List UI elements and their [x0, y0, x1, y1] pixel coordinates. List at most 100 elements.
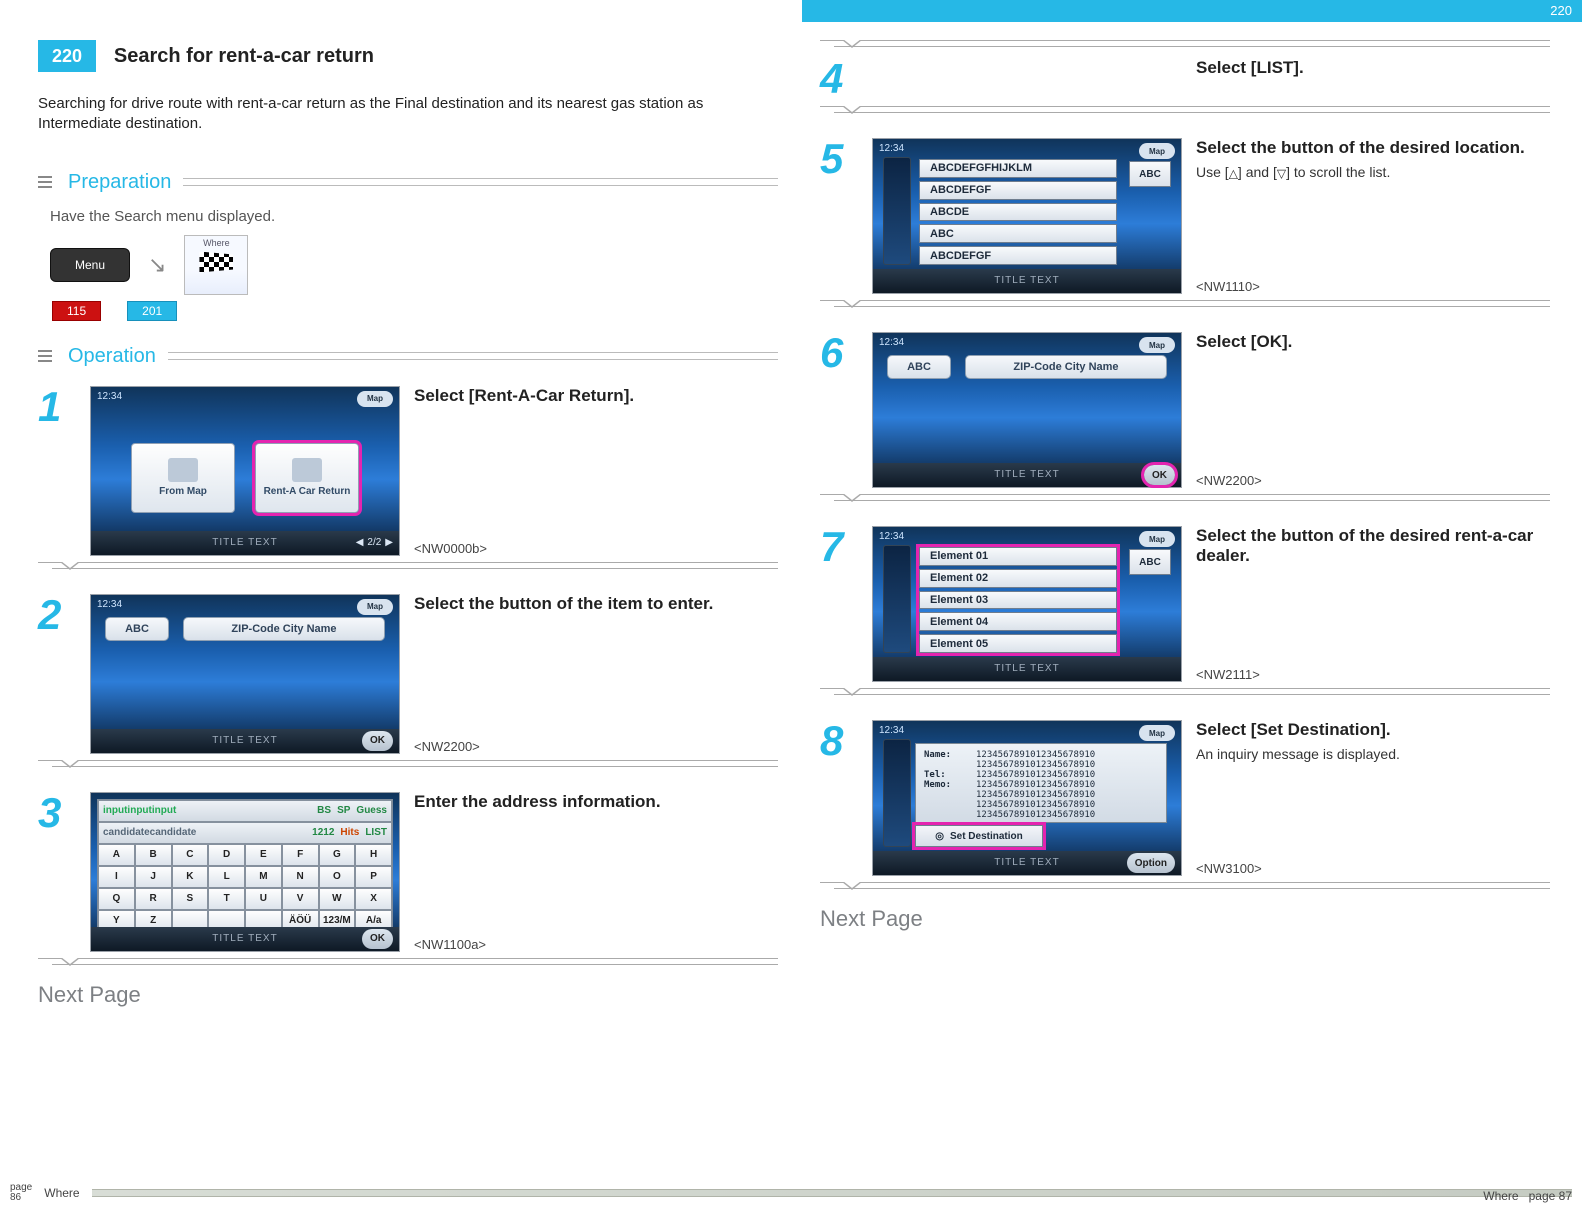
- step-headline: Select [Set Destination].: [1196, 720, 1550, 740]
- list-item[interactable]: ABCDEFGF: [919, 181, 1117, 200]
- kb-input[interactable]: inputinputinput: [103, 805, 311, 816]
- key[interactable]: T: [208, 888, 245, 910]
- key[interactable]: I: [98, 866, 135, 888]
- screen-code: <NW3100>: [1196, 861, 1550, 876]
- list-item[interactable]: Element 03: [919, 591, 1117, 610]
- key[interactable]: G: [319, 844, 356, 866]
- scroll-slider[interactable]: [883, 545, 911, 653]
- map-pill: Map: [1139, 725, 1175, 741]
- list-item[interactable]: ABC: [919, 224, 1117, 243]
- chevron-down-icon: [842, 106, 862, 114]
- list-item[interactable]: Element 02: [919, 569, 1117, 588]
- option-button[interactable]: Option: [1127, 853, 1175, 873]
- map-pill: Map: [1139, 143, 1175, 159]
- tel-key: Tel:: [924, 770, 970, 780]
- operation-heading: Operation: [38, 345, 778, 368]
- space-key[interactable]: SP: [337, 805, 350, 816]
- page-right: page 87: [1529, 1189, 1572, 1203]
- list-item[interactable]: ABCDEFGFHIJKLM: [919, 159, 1117, 178]
- list-item[interactable]: Element 05: [919, 634, 1117, 653]
- pager[interactable]: ◀ 2/2 ▶: [356, 533, 393, 553]
- section-title: Search for rent-a-car return: [114, 45, 374, 68]
- step-1-screenshot: 12:34 Map From Map Rent-A Car Return ↶ T…: [90, 386, 400, 556]
- top-page-ref: 220: [802, 0, 1582, 22]
- list-item[interactable]: Element 04: [919, 612, 1117, 631]
- from-map-card[interactable]: From Map: [131, 443, 235, 513]
- key[interactable]: F: [282, 844, 319, 866]
- clock-text: 12:34: [97, 391, 122, 402]
- chevron-down-icon: [60, 958, 80, 966]
- step-number: 1: [38, 386, 78, 556]
- step-number: 7: [820, 526, 860, 682]
- step-number: 8: [820, 720, 860, 876]
- ok-button[interactable]: OK: [1144, 465, 1175, 485]
- ok-button[interactable]: OK: [362, 929, 393, 949]
- key[interactable]: J: [135, 866, 172, 888]
- rule-line: [183, 178, 778, 186]
- title-bar: TITLE TEXT: [873, 657, 1181, 681]
- list-item[interactable]: Element 01: [919, 547, 1117, 566]
- scroll-slider[interactable]: [883, 157, 911, 265]
- tag-201: 201: [127, 301, 177, 321]
- memo-key: Memo:: [924, 780, 970, 790]
- key[interactable]: K: [172, 866, 209, 888]
- checkered-flag-icon: [199, 252, 233, 282]
- zip-city-button[interactable]: ZIP-Code City Name: [183, 617, 385, 641]
- next-icon[interactable]: ▶: [385, 537, 393, 548]
- list-item[interactable]: ABCDE: [919, 203, 1117, 222]
- key[interactable]: M: [245, 866, 282, 888]
- map-icon: [168, 458, 198, 482]
- step-headline: Select the button of the desired rent-a-…: [1196, 526, 1550, 566]
- scroll-slider[interactable]: [883, 739, 911, 847]
- clock-text: 12:34: [879, 337, 904, 348]
- prev-icon[interactable]: ◀: [356, 537, 364, 548]
- footer-right: Where page 87: [1483, 1189, 1572, 1203]
- key[interactable]: W: [319, 888, 356, 910]
- step-7: 7 12:34 Map ABC Element 01 Element 02 El…: [820, 526, 1550, 682]
- zip-city-button[interactable]: ZIP-Code City Name: [965, 355, 1167, 379]
- guess-key[interactable]: Guess: [356, 805, 387, 816]
- key[interactable]: R: [135, 888, 172, 910]
- key[interactable]: N: [282, 866, 319, 888]
- key[interactable]: C: [172, 844, 209, 866]
- step-2: 2 12:34 Map ABC ZIP-Code City Name ↶ TIT…: [38, 594, 778, 754]
- step-headline: Select [OK].: [1196, 332, 1550, 352]
- backspace-key[interactable]: BS: [317, 805, 331, 816]
- list-item[interactable]: ABCDEFGF: [919, 246, 1117, 265]
- key[interactable]: Q: [98, 888, 135, 910]
- key[interactable]: O: [319, 866, 356, 888]
- key[interactable]: V: [282, 888, 319, 910]
- abc-button[interactable]: ABC: [1129, 161, 1171, 187]
- set-destination-button[interactable]: ◎ Set Destination: [915, 825, 1043, 847]
- card-label: Rent-A Car Return: [264, 486, 351, 497]
- key[interactable]: H: [355, 844, 392, 866]
- abc-button[interactable]: ABC: [105, 617, 169, 641]
- onscreen-keyboard: inputinputinput BS SP Guess candidatecan…: [97, 799, 393, 945]
- ok-button[interactable]: OK: [362, 731, 393, 751]
- rent-a-car-return-card[interactable]: Rent-A Car Return: [255, 443, 359, 513]
- step-separator: [38, 760, 778, 774]
- key[interactable]: A: [98, 844, 135, 866]
- key[interactable]: L: [208, 866, 245, 888]
- list-button[interactable]: LIST: [365, 827, 387, 838]
- key[interactable]: S: [172, 888, 209, 910]
- preparation-text: Have the Search menu displayed.: [50, 208, 778, 225]
- key[interactable]: B: [135, 844, 172, 866]
- key[interactable]: E: [245, 844, 282, 866]
- key[interactable]: D: [208, 844, 245, 866]
- step-separator: [820, 882, 1550, 896]
- page-number: 86: [10, 1193, 32, 1203]
- step-headline: Select the button of the item to enter.: [414, 594, 778, 614]
- step-number: 2: [38, 594, 78, 754]
- key[interactable]: U: [245, 888, 282, 910]
- memo-val2: 12345678910123456789​10: [976, 790, 1095, 800]
- abc-button[interactable]: ABC: [887, 355, 951, 379]
- key[interactable]: X: [355, 888, 392, 910]
- key[interactable]: P: [355, 866, 392, 888]
- btn-label: Set Destination: [950, 831, 1023, 842]
- section-header: 220 Search for rent-a-car return: [38, 40, 778, 72]
- chevron-down-icon: [842, 300, 862, 308]
- step-separator: [820, 300, 1550, 314]
- step-number: 6: [820, 332, 860, 488]
- abc-button[interactable]: ABC: [1129, 549, 1171, 575]
